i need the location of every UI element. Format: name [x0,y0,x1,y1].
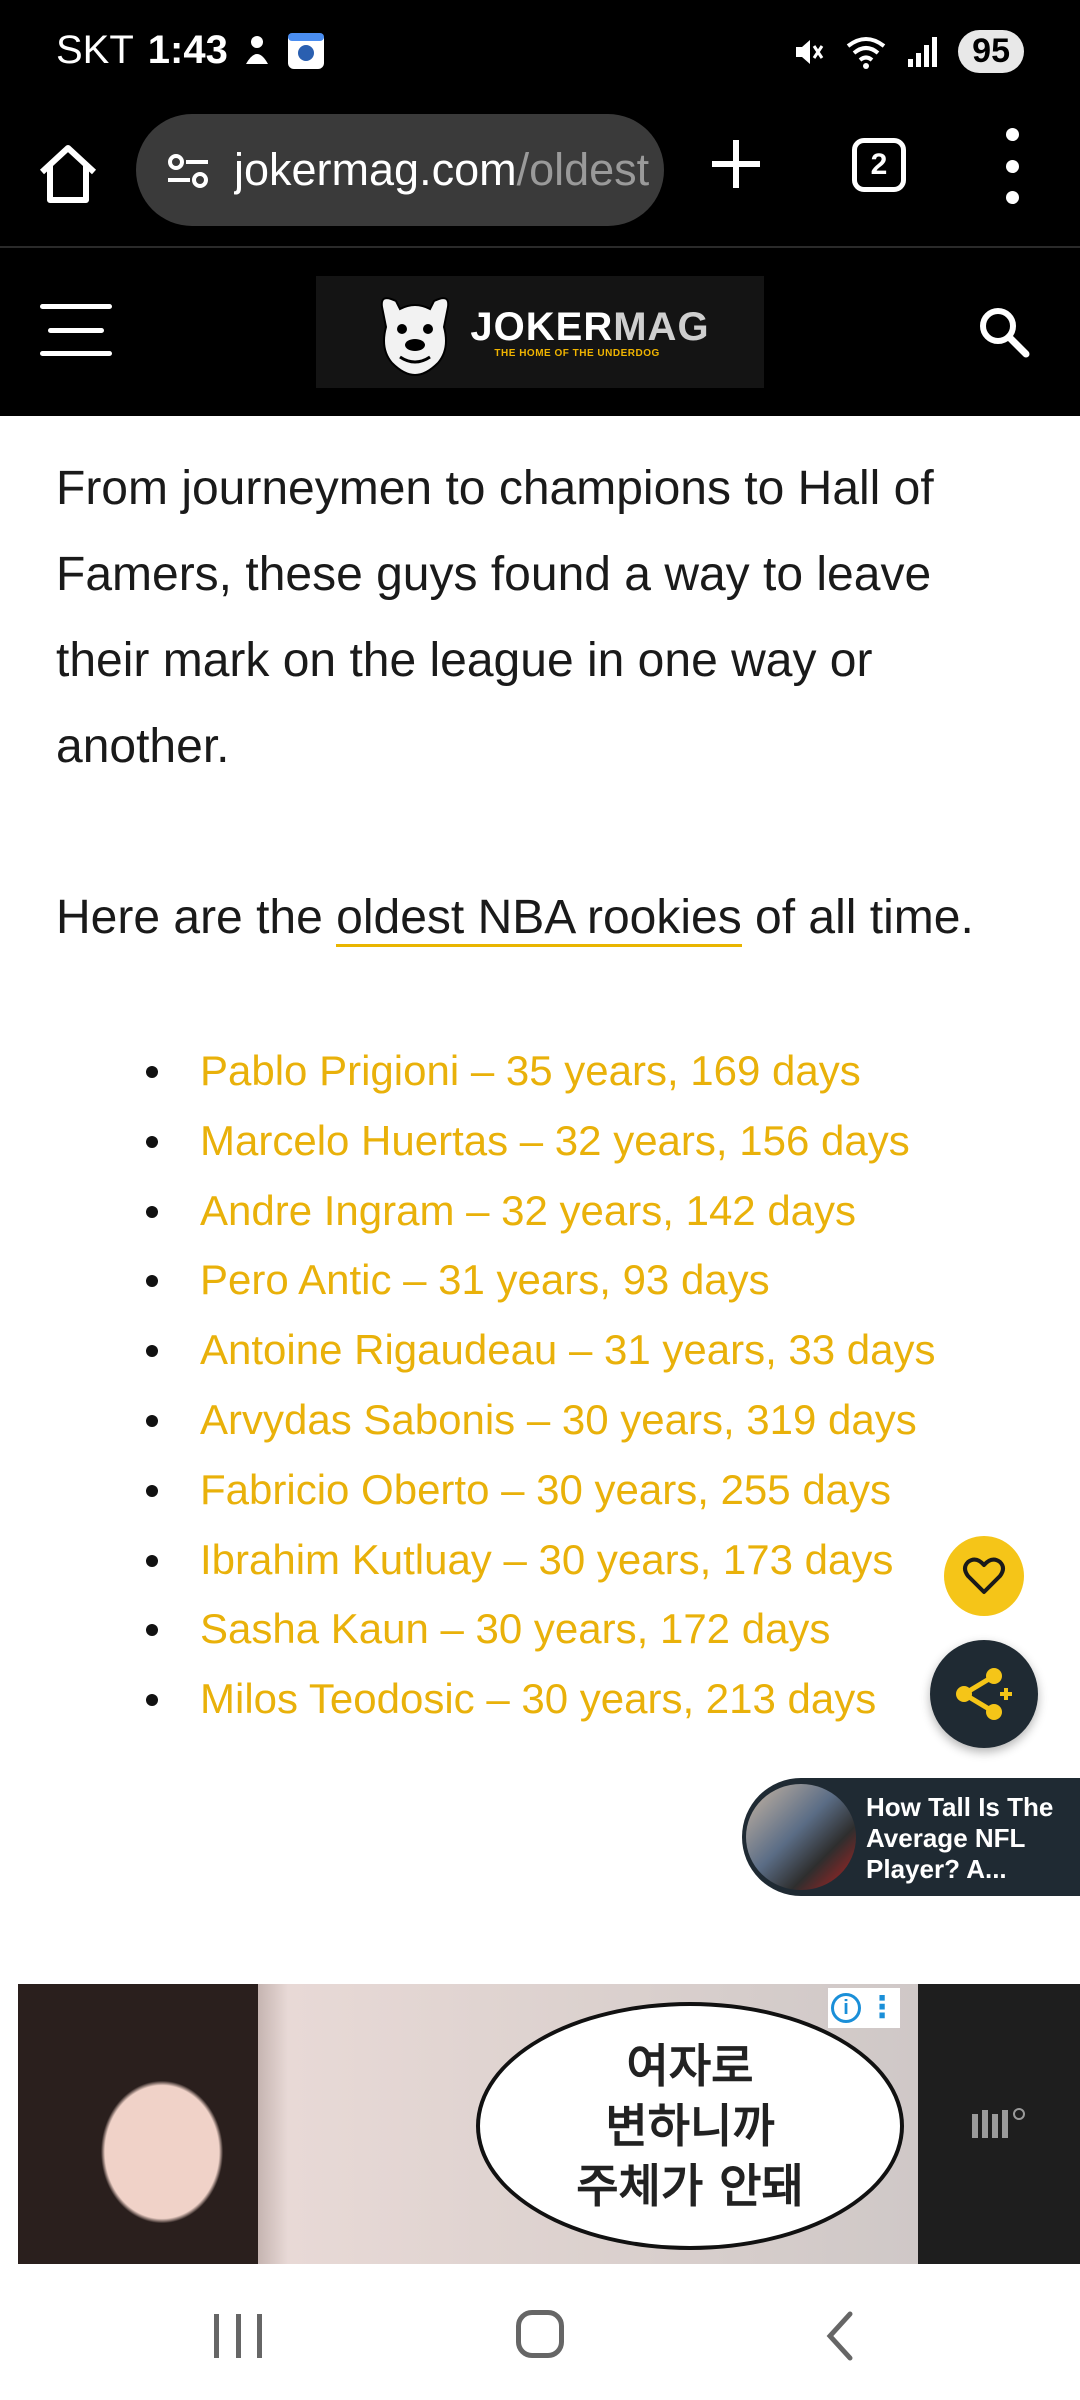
related-article-title: How Tall Is The Average NFL Player? A... [866,1792,1054,1884]
site-logo[interactable]: JOKERMAG THE HOME OF THE UNDERDOG [316,276,764,388]
heart-icon [963,1557,1005,1594]
favorite-button[interactable] [944,1536,1024,1616]
list-item[interactable]: Andre Ingram – 32 years, 142 days [146,1176,936,1246]
related-article-card[interactable]: How Tall Is The Average NFL Player? A... [742,1778,1080,1896]
list-item[interactable]: Fabricio Oberto – 30 years, 255 days [146,1455,936,1525]
oldest-nba-rookies-link[interactable]: oldest NBA rookies [336,891,742,947]
list-item[interactable]: Pero Antic – 31 years, 93 days [146,1245,936,1315]
wifi-icon [846,36,886,69]
ad-info-icon[interactable]: i [831,1993,861,2023]
browser-toolbar: jokermag.com/oldest 2 [0,108,1080,248]
list-item[interactable]: Milos Teodosic – 30 years, 213 days [146,1664,936,1734]
mute-icon [796,39,824,64]
ad-speech-line: 주체가 안돼 [576,2159,804,2213]
battery-indicator: 95 [958,30,1024,73]
ad-choices-button[interactable]: i ⋮ [828,1988,900,2028]
notification-icon [245,35,268,64]
ad-speech-line: 변하니까 [605,2099,775,2153]
bulldog-logo-icon [381,297,450,377]
url-text[interactable]: jokermag.com/oldest [234,144,649,196]
article-intro-paragraph: From journeymen to champions to Hall of … [56,462,934,773]
list-item[interactable]: Arvydas Sabonis – 30 years, 319 days [146,1385,936,1455]
url-host: jokermag.com [234,144,517,195]
advertisement-banner[interactable]: 여자로 변하니까 주체가 안돼 i ⋮ [18,1984,1080,2264]
rookie-list: Pablo Prigioni – 35 years, 169 days Marc… [146,1036,936,1734]
list-item[interactable]: Antoine Rigaudeau – 31 years, 33 days [146,1315,936,1385]
recent-apps-icon[interactable] [214,2314,262,2358]
address-bar[interactable]: jokermag.com/oldest [136,114,664,226]
status-left: SKT 1:43 [56,28,326,73]
logo-wordmark: JOKERMAG THE HOME OF THE UNDERDOG [470,306,709,359]
home-nav-icon[interactable] [516,2310,564,2358]
home-icon[interactable] [32,138,104,210]
carrier-label: SKT [56,28,134,72]
logo-tagline: THE HOME OF THE UNDERDOG [494,347,660,359]
app-notification-icon [287,32,324,69]
article-lead-paragraph: Here are the oldest NBA rookies of all t… [56,890,974,947]
list-item[interactable]: Pablo Prigioni – 35 years, 169 days [146,1036,936,1106]
ad-speech-line: 여자로 [626,2039,754,2093]
related-article-thumbnail [746,1784,856,1890]
ad-speech-bubble: 여자로 변하니까 주체가 안돼 [476,2002,904,2250]
logo-title: JOKERMAG [470,304,710,349]
more-options-icon[interactable] [1000,128,1024,204]
share-icon [956,1668,1012,1720]
ad-brand-logo-icon [972,2108,1025,2138]
list-item[interactable]: Sasha Kaun – 30 years, 172 days [146,1594,936,1664]
hamburger-menu-icon[interactable] [40,304,112,356]
site-settings-icon[interactable] [164,146,212,194]
new-tab-icon[interactable] [704,132,768,196]
search-icon[interactable] [976,304,1032,360]
status-right: 95 [790,30,1024,73]
list-item[interactable]: Marcelo Huertas – 32 years, 156 days [146,1106,936,1176]
tab-switcher-button[interactable]: 2 [852,138,906,192]
url-path: /oldest [516,144,650,195]
share-button[interactable] [930,1640,1038,1748]
system-navigation-bar [0,2264,1080,2400]
ad-brand-panel [918,1984,1080,2264]
lead-text-before: Here are the [56,891,337,944]
site-header: JOKERMAG THE HOME OF THE UNDERDOG [0,248,1080,416]
list-item[interactable]: Ibrahim Kutluay – 30 years, 173 days [146,1525,936,1595]
back-icon[interactable] [820,2308,860,2364]
lead-text-after: of all time. [741,891,974,944]
clock: 1:43 [147,28,228,72]
status-bar: SKT 1:43 95 [0,0,1080,108]
ad-character-image [18,1984,258,2264]
ad-options-icon[interactable]: ⋮ [867,1993,897,2023]
signal-icon [908,36,938,67]
